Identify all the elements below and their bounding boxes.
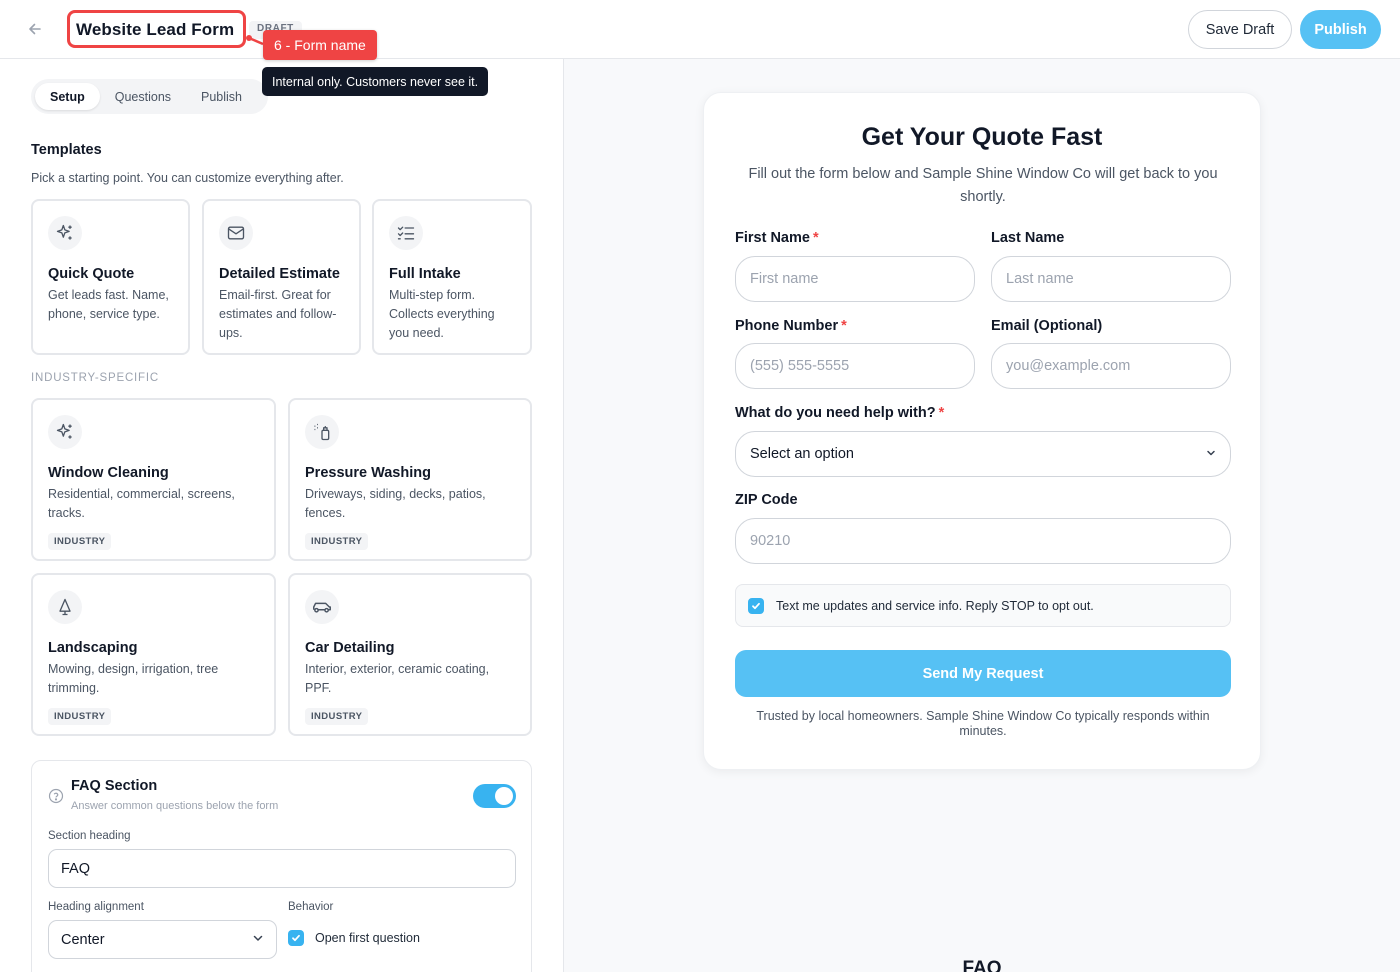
faq-section-title: FAQ Section (71, 778, 158, 794)
tooltip: Internal only. Customers never see it. (262, 67, 489, 96)
plant-icon (48, 590, 82, 624)
question-circle-icon (48, 788, 64, 804)
heading-alignment-value: Center (61, 931, 105, 948)
help-select-value: Select an option (750, 446, 854, 462)
sms-consent-checkbox[interactable] (748, 597, 764, 614)
tab-bar: Setup Questions Publish (31, 79, 268, 114)
required-asterisk: * (841, 318, 847, 334)
envelope-icon (219, 216, 253, 250)
template-description: Mowing, design, irrigation, tree trimmin… (48, 662, 219, 695)
chevron-down-icon (1206, 446, 1216, 462)
email-input[interactable]: you@example.com (991, 343, 1231, 389)
sms-consent-text: Text me updates and service info. Reply … (776, 598, 1094, 613)
phone-label-text: Phone Number (735, 318, 839, 334)
required-asterisk: * (812, 230, 819, 246)
settings-panel: Setup Questions Publish Templates Pick a… (0, 59, 564, 972)
send-request-button[interactable]: Send My Request (735, 650, 1231, 697)
template-title: Window Cleaning (48, 465, 169, 481)
back-arrow-icon[interactable] (24, 18, 46, 40)
industry-badge: INDUSTRY (48, 533, 112, 550)
help-select[interactable]: Select an option (735, 431, 1231, 477)
open-first-checkbox[interactable] (288, 930, 304, 946)
template-card-landscaping[interactable]: Landscaping Mowing, design, irrigation, … (31, 573, 276, 736)
form-title: Get Your Quote Fast (861, 123, 1103, 151)
templates-heading: Templates (31, 142, 102, 158)
annotation-arrow-icon (246, 35, 264, 46)
template-description: Driveways, siding, decks, patios, fences… (305, 487, 486, 520)
sms-consent[interactable]: Text me updates and service info. Reply … (735, 584, 1231, 627)
template-title: Pressure Washing (305, 465, 431, 481)
faq-section-settings: FAQ Section Answer common questions belo… (31, 760, 532, 972)
templates-subheading: Pick a starting point. You can customize… (31, 171, 344, 185)
faq-section-subtitle: Answer common questions below the form (71, 800, 279, 812)
open-first-label: Open first question (315, 931, 420, 945)
tab-questions[interactable]: Questions (100, 83, 186, 110)
top-bar: DRAFT Website Lead Form 6 - Form name In… (0, 0, 1400, 96)
first-name-label: First Name * (735, 230, 819, 246)
template-description: Residential, commercial, screens, tracks… (48, 487, 235, 520)
template-card-full-intake[interactable]: Full Intake Multi-step form. Collects ev… (372, 199, 532, 355)
template-card-window-cleaning[interactable]: Window Cleaning Residential, commercial,… (31, 398, 276, 561)
heading-alignment-select[interactable]: Center (48, 920, 277, 959)
required-asterisk: * (938, 405, 945, 421)
template-description: Get leads fast. Name, phone, service typ… (48, 288, 169, 321)
template-title: Full Intake (389, 266, 461, 282)
form-subtitle: Fill out the form below and Sample Shine… (748, 166, 1218, 205)
form-preview-panel: Get Your Quote Fast Fill out the form be… (564, 59, 1400, 972)
template-title: Quick Quote (48, 266, 135, 282)
trust-text: Trusted by local homeowners. Sample Shin… (756, 709, 1210, 738)
template-card-detailed-estimate[interactable]: Detailed Estimate Email-first. Great for… (202, 199, 361, 355)
car-icon (305, 590, 339, 624)
heading-alignment-label: Heading alignment (48, 901, 144, 913)
save-draft-button[interactable]: Save Draft (1188, 10, 1292, 49)
zip-label: ZIP Code (735, 492, 798, 508)
help-label-text: What do you need help with? (735, 405, 936, 421)
phone-label: Phone Number * (735, 318, 847, 334)
faq-preview-heading: FAQ (962, 958, 1002, 972)
template-title: Car Detailing (305, 640, 395, 656)
spray-bottle-icon (305, 415, 339, 449)
section-heading-label: Section heading (48, 830, 131, 842)
section-heading-input[interactable]: FAQ (48, 849, 516, 888)
template-title: Landscaping (48, 640, 138, 656)
help-label: What do you need help with? * (735, 405, 944, 421)
last-name-label: Last Name (991, 230, 1065, 246)
publish-button[interactable]: Publish (1300, 10, 1381, 49)
template-description: Email-first. Great for estimates and fol… (219, 288, 337, 340)
industry-badge: INDUSTRY (305, 708, 369, 725)
annotation-label: 6 - Form name (263, 30, 377, 60)
template-description: Multi-step form. Collects everything you… (389, 288, 495, 340)
chevron-down-icon (252, 932, 264, 948)
behavior-label: Behavior (288, 901, 334, 913)
template-card-quick-quote[interactable]: Quick Quote Get leads fast. Name, phone,… (31, 199, 190, 355)
zip-input[interactable]: 90210 (735, 518, 1231, 564)
form-name-input[interactable]: Website Lead Form (67, 10, 246, 48)
template-title: Detailed Estimate (219, 266, 340, 282)
industry-badge: INDUSTRY (305, 533, 369, 550)
checklist-icon (389, 216, 423, 250)
template-card-car-detailing[interactable]: Car Detailing Interior, exterior, cerami… (288, 573, 532, 736)
faq-toggle[interactable] (473, 784, 516, 808)
template-description: Interior, exterior, ceramic coating, PPF… (305, 662, 490, 695)
tab-setup[interactable]: Setup (35, 83, 100, 110)
toggle-knob (495, 787, 513, 805)
template-card-pressure-washing[interactable]: Pressure Washing Driveways, siding, deck… (288, 398, 532, 561)
first-name-input[interactable]: First name (735, 256, 975, 302)
industry-badge: INDUSTRY (48, 708, 112, 725)
last-name-input[interactable]: Last name (991, 256, 1231, 302)
sparkles-icon (48, 415, 82, 449)
sparkles-icon (48, 216, 82, 250)
industry-heading: INDUSTRY-SPECIFIC (31, 372, 159, 384)
first-name-label-text: First Name (735, 230, 810, 246)
open-first-question-option[interactable]: Open first question (288, 930, 420, 946)
email-label: Email (Optional) (991, 318, 1103, 334)
form-preview-card: Get Your Quote Fast Fill out the form be… (703, 92, 1261, 770)
tab-publish[interactable]: Publish (186, 83, 257, 110)
phone-input[interactable]: (555) 555-5555 (735, 343, 975, 389)
